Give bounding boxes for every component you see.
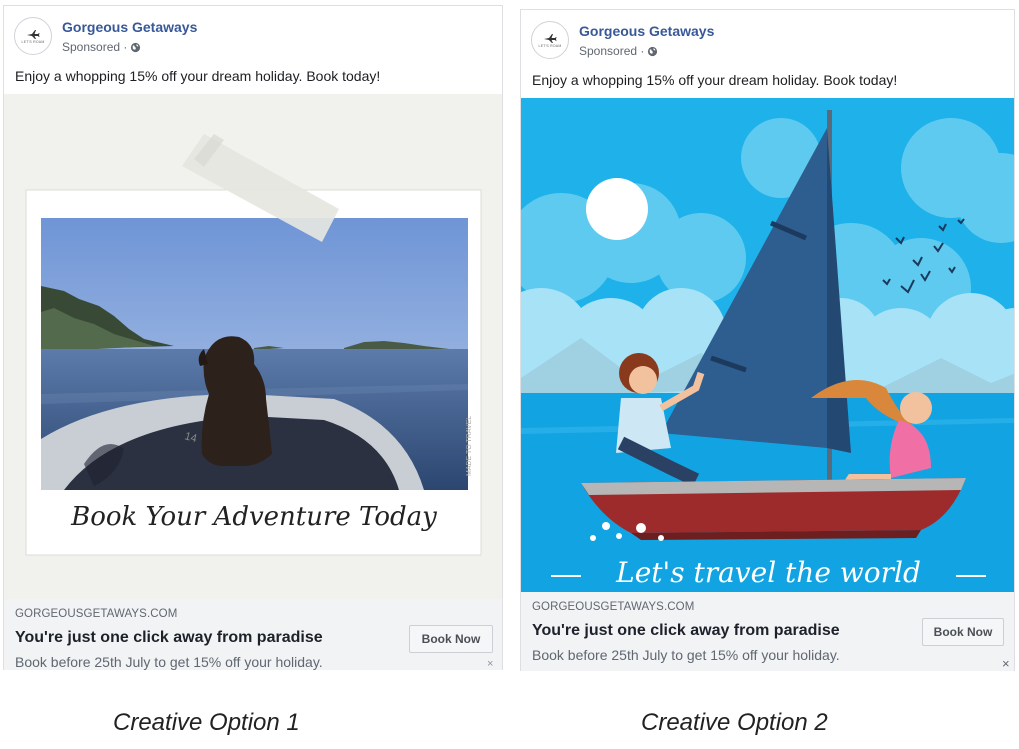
page-name-link[interactable]: Gorgeous Getaways: [62, 19, 197, 35]
close-icon[interactable]: ×: [487, 658, 493, 670]
link-headline[interactable]: You're just one click away from paradise: [532, 622, 840, 640]
sailboat-couple-illustration-icon: [521, 98, 1014, 592]
creative-script-text: Book Your Adventure Today: [71, 502, 437, 532]
link-description: Book before 25th July to get 15% off you…: [15, 654, 323, 670]
link-preview[interactable]: GORGEOUSGETAWAYS.COM You're just one cli…: [4, 599, 502, 670]
post-caption: Enjoy a whopping 15% off your dream holi…: [532, 72, 898, 88]
logo-text: LET'S ROAM: [21, 39, 45, 44]
logo-text: LET'S ROAM: [538, 43, 562, 48]
option-label-1: Creative Option 1: [113, 709, 300, 736]
sponsored-label: Sponsored ·: [579, 44, 658, 58]
option-label-2: Creative Option 2: [641, 709, 828, 736]
close-icon[interactable]: ×: [1002, 656, 1010, 671]
globe-icon: [648, 46, 658, 56]
post-header: LET'S ROAM Gorgeous Getaways Sponsored ·: [4, 6, 502, 58]
airplane-icon: [27, 29, 40, 39]
link-headline[interactable]: You're just one click away from paradise: [15, 629, 323, 647]
globe-icon: [131, 42, 141, 52]
sponsored-text: Sponsored ·: [579, 44, 645, 58]
post-header: LET'S ROAM Gorgeous Getaways Sponsored ·: [521, 10, 1014, 62]
ad-creative-image[interactable]: 14 MADE TO TRAVEL Book Your Adventure To…: [4, 94, 502, 599]
ad-creative-image[interactable]: Let's travel the world: [521, 98, 1014, 592]
link-description: Book before 25th July to get 15% off you…: [532, 647, 840, 663]
airplane-icon: [544, 33, 557, 43]
creative-script-text: Let's travel the world: [616, 556, 921, 589]
link-preview[interactable]: GORGEOUSGETAWAYS.COM You're just one cli…: [521, 592, 1014, 671]
ad-preview-2: LET'S ROAM Gorgeous Getaways Sponsored ·…: [520, 9, 1015, 671]
page-name-link[interactable]: Gorgeous Getaways: [579, 23, 714, 39]
svg-text:MADE TO TRAVEL: MADE TO TRAVEL: [466, 416, 473, 476]
sponsored-text: Sponsored ·: [62, 40, 128, 54]
book-now-button[interactable]: Book Now: [409, 625, 493, 653]
sponsored-label: Sponsored ·: [62, 40, 141, 54]
page-logo[interactable]: LET'S ROAM: [531, 21, 569, 59]
ad-preview-1: LET'S ROAM Gorgeous Getaways Sponsored ·…: [3, 5, 503, 670]
link-domain: GORGEOUSGETAWAYS.COM: [532, 601, 695, 613]
book-now-button[interactable]: Book Now: [922, 618, 1004, 646]
link-domain: GORGEOUSGETAWAYS.COM: [15, 608, 178, 620]
page-logo[interactable]: LET'S ROAM: [14, 17, 52, 55]
post-caption: Enjoy a whopping 15% off your dream holi…: [15, 68, 381, 84]
